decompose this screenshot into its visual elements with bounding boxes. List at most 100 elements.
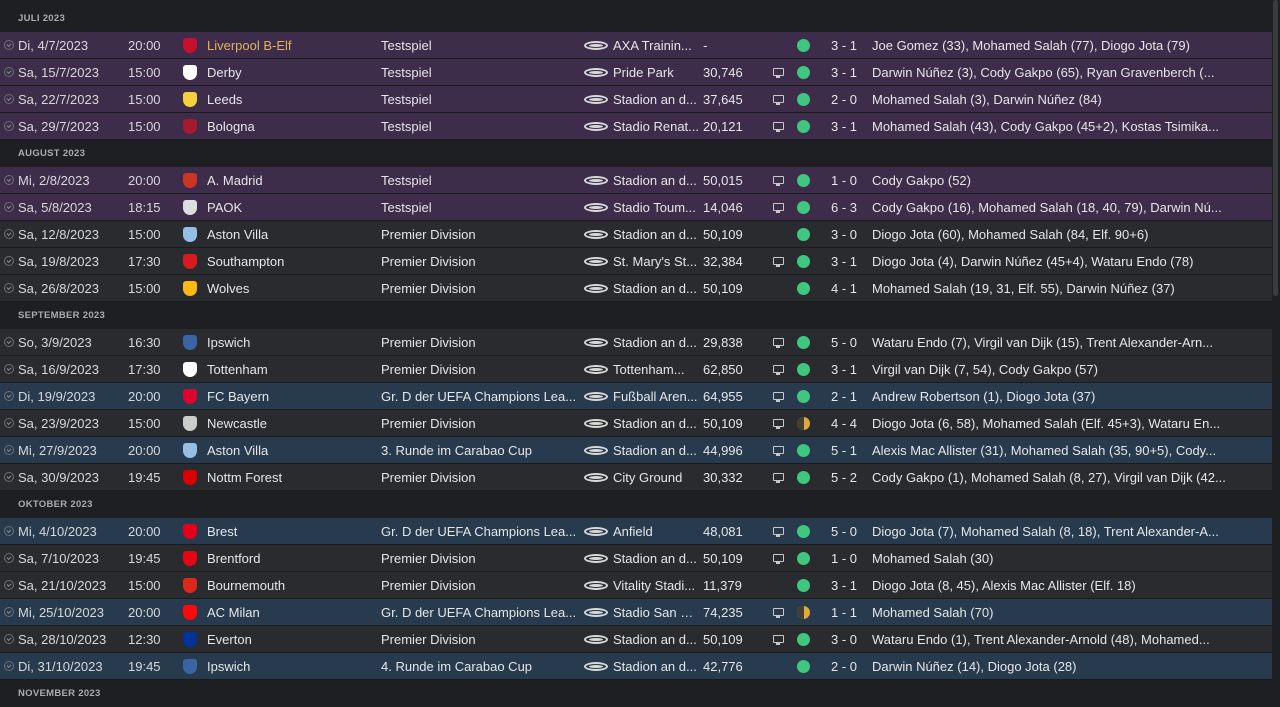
check-icon[interactable]: [4, 229, 14, 239]
opponent-name[interactable]: Southampton: [207, 248, 284, 275]
check-icon[interactable]: [4, 553, 14, 563]
stadium-name[interactable]: Stadion an d...: [613, 410, 699, 437]
check-icon[interactable]: [4, 391, 14, 401]
check-icon[interactable]: [4, 634, 14, 644]
match-score[interactable]: 3 - 1: [812, 248, 876, 275]
match-score[interactable]: 2 - 1: [812, 383, 876, 410]
check-icon[interactable]: [4, 67, 14, 77]
opponent-name[interactable]: Bournemouth: [207, 572, 285, 599]
match-score[interactable]: 3 - 1: [812, 59, 876, 86]
stadium-name[interactable]: Vitality Stadi...: [613, 572, 699, 599]
match-score[interactable]: 4 - 1: [812, 275, 876, 302]
match-score[interactable]: 5 - 0: [812, 518, 876, 545]
check-icon[interactable]: [4, 445, 14, 455]
check-icon[interactable]: [4, 94, 14, 104]
fixture-row[interactable]: Sa, 5/8/2023 18:15 PAOK Testspiel Stadio Tou…: [0, 194, 1272, 221]
stadium-name[interactable]: Stadion an d...: [613, 653, 699, 680]
match-score[interactable]: 4 - 4: [812, 410, 876, 437]
stadium-name[interactable]: City Ground: [613, 464, 699, 491]
competition-name[interactable]: Testspiel: [381, 167, 432, 194]
check-icon[interactable]: [4, 202, 14, 212]
check-icon[interactable]: [4, 40, 14, 50]
competition-name[interactable]: Gr. D der UEFA Champions Lea...: [381, 383, 576, 410]
fixture-row[interactable]: Sa, 12/8/2023 15:00 Aston Villa Premier Div…: [0, 221, 1272, 248]
fixture-row[interactable]: Mi, 4/10/2023 20:00 Brest Gr. D der UEFA Ch…: [0, 518, 1272, 545]
fixture-row[interactable]: Di, 19/9/2023 20:00 FC Bayern Gr. D der UEF…: [0, 383, 1272, 410]
fixture-row[interactable]: Mi, 2/8/2023 20:00 A. Madrid Testspiel Stadi…: [0, 167, 1272, 194]
stadium-name[interactable]: Stadio San Si...: [613, 599, 699, 626]
fixture-row[interactable]: Sa, 19/8/2023 17:30 Southampton Premier Div…: [0, 248, 1272, 275]
competition-name[interactable]: 4. Runde im Carabao Cup: [381, 653, 532, 680]
check-icon[interactable]: [4, 337, 14, 347]
stadium-name[interactable]: Pride Park: [613, 59, 699, 86]
match-score[interactable]: 5 - 2: [812, 464, 876, 491]
check-icon[interactable]: [4, 661, 14, 671]
fixture-row[interactable]: Sa, 23/9/2023 15:00 Newcastle Premier Divis…: [0, 410, 1272, 437]
stadium-name[interactable]: Stadion an d...: [613, 626, 699, 653]
check-icon[interactable]: [4, 418, 14, 428]
fixture-row[interactable]: Sa, 15/7/2023 15:00 Derby Testspiel Pride Pa…: [0, 59, 1272, 86]
fixture-row[interactable]: Sa, 29/7/2023 15:00 Bologna Testspiel Stadio…: [0, 113, 1272, 140]
stadium-name[interactable]: St. Mary's St...: [613, 248, 699, 275]
fixture-row[interactable]: So, 3/9/2023 16:30 Ipswich Premier Division…: [0, 329, 1272, 356]
competition-name[interactable]: Premier Division: [381, 410, 476, 437]
stadium-name[interactable]: Tottenham...: [613, 356, 699, 383]
competition-name[interactable]: Premier Division: [381, 356, 476, 383]
competition-name[interactable]: Testspiel: [381, 194, 432, 221]
stadium-name[interactable]: Stadion an d...: [613, 167, 699, 194]
opponent-name[interactable]: Liverpool B-Elf: [207, 32, 292, 59]
match-score[interactable]: 2 - 0: [812, 653, 876, 680]
stadium-name[interactable]: Stadion an d...: [613, 221, 699, 248]
competition-name[interactable]: Premier Division: [381, 275, 476, 302]
fixture-row[interactable]: Sa, 21/10/2023 15:00 Bournemouth Premier Di…: [0, 572, 1272, 599]
match-score[interactable]: 3 - 1: [812, 113, 876, 140]
match-score[interactable]: 6 - 3: [812, 194, 876, 221]
competition-name[interactable]: Testspiel: [381, 59, 432, 86]
match-score[interactable]: 1 - 0: [812, 545, 876, 572]
opponent-name[interactable]: PAOK: [207, 194, 242, 221]
match-score[interactable]: 3 - 0: [812, 626, 876, 653]
opponent-name[interactable]: Newcastle: [207, 410, 267, 437]
stadium-name[interactable]: Stadion an d...: [613, 86, 699, 113]
fixture-row[interactable]: Mi, 25/10/2023 20:00 AC Milan Gr. D der UEF…: [0, 599, 1272, 626]
fixture-row[interactable]: Sa, 28/10/2023 12:30 Everton Premier Divisi…: [0, 626, 1272, 653]
match-score[interactable]: 1 - 0: [812, 167, 876, 194]
stadium-name[interactable]: Stadion an d...: [613, 275, 699, 302]
opponent-name[interactable]: Bologna: [207, 113, 255, 140]
check-icon[interactable]: [4, 283, 14, 293]
opponent-name[interactable]: Brest: [207, 518, 237, 545]
fixture-row[interactable]: Mi, 27/9/2023 20:00 Aston Villa 3. Runde im…: [0, 437, 1272, 464]
competition-name[interactable]: Testspiel: [381, 32, 432, 59]
competition-name[interactable]: Testspiel: [381, 113, 432, 140]
competition-name[interactable]: Premier Division: [381, 329, 476, 356]
opponent-name[interactable]: Brentford: [207, 545, 260, 572]
stadium-name[interactable]: Stadion an d...: [613, 329, 699, 356]
opponent-name[interactable]: Everton: [207, 626, 252, 653]
match-score[interactable]: 2 - 0: [812, 86, 876, 113]
match-score[interactable]: 3 - 0: [812, 221, 876, 248]
competition-name[interactable]: Premier Division: [381, 221, 476, 248]
opponent-name[interactable]: AC Milan: [207, 599, 260, 626]
check-icon[interactable]: [4, 526, 14, 536]
fixture-row[interactable]: Sa, 7/10/2023 19:45 Brentford Premier Divis…: [0, 545, 1272, 572]
fixture-row[interactable]: Di, 31/10/2023 19:45 Ipswich 4. Runde im Ca…: [0, 653, 1272, 680]
check-icon[interactable]: [4, 121, 14, 131]
stadium-name[interactable]: Anfield: [613, 518, 699, 545]
stadium-name[interactable]: Stadion an d...: [613, 437, 699, 464]
stadium-name[interactable]: Stadio Renat...: [613, 113, 699, 140]
stadium-name[interactable]: AXA Trainin...: [613, 32, 699, 59]
match-score[interactable]: 3 - 1: [812, 356, 876, 383]
fixture-row[interactable]: Sa, 30/9/2023 19:45 Nottm Forest Premier Di…: [0, 464, 1272, 491]
stadium-name[interactable]: Fußball Aren...: [613, 383, 699, 410]
opponent-name[interactable]: Wolves: [207, 275, 249, 302]
stadium-name[interactable]: Stadion an d...: [613, 545, 699, 572]
match-score[interactable]: 5 - 0: [812, 329, 876, 356]
check-icon[interactable]: [4, 175, 14, 185]
check-icon[interactable]: [4, 364, 14, 374]
competition-name[interactable]: Gr. D der UEFA Champions Lea...: [381, 518, 576, 545]
check-icon[interactable]: [4, 472, 14, 482]
competition-name[interactable]: Premier Division: [381, 545, 476, 572]
match-score[interactable]: 1 - 1: [812, 599, 876, 626]
opponent-name[interactable]: Leeds: [207, 86, 242, 113]
opponent-name[interactable]: Aston Villa: [207, 221, 268, 248]
